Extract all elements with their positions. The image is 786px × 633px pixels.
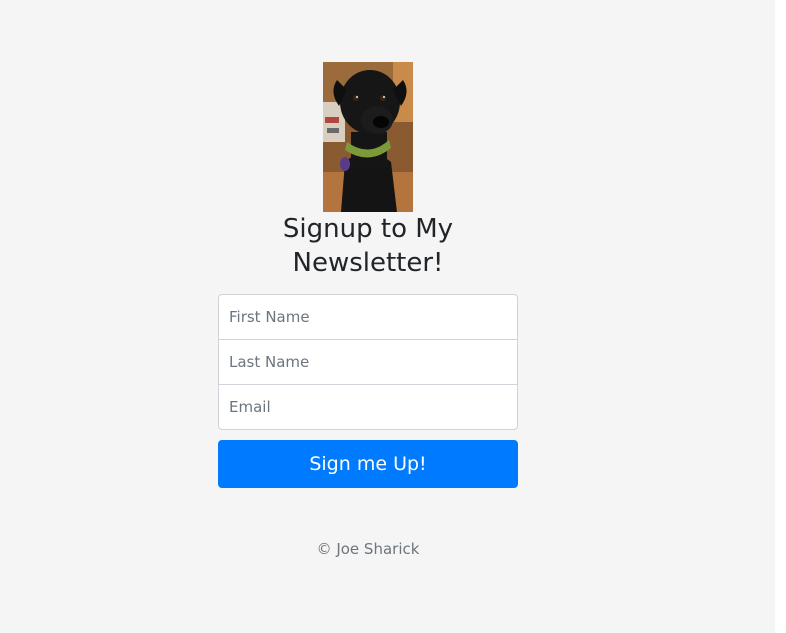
dog-photo — [323, 62, 413, 212]
page: Signup to My Newsletter! Sign me Up! © J… — [0, 0, 775, 633]
first-name-input[interactable] — [218, 294, 518, 340]
title-line-2: Newsletter! — [292, 248, 444, 278]
signup-form: Sign me Up! — [218, 294, 518, 488]
title-line-1: Signup to My — [282, 214, 454, 244]
last-name-input[interactable] — [218, 339, 518, 385]
copyright-footer: © Joe Sharick — [316, 540, 420, 558]
signup-button[interactable]: Sign me Up! — [218, 440, 518, 488]
email-input[interactable] — [218, 384, 518, 430]
page-title: Signup to My Newsletter! — [218, 212, 518, 280]
